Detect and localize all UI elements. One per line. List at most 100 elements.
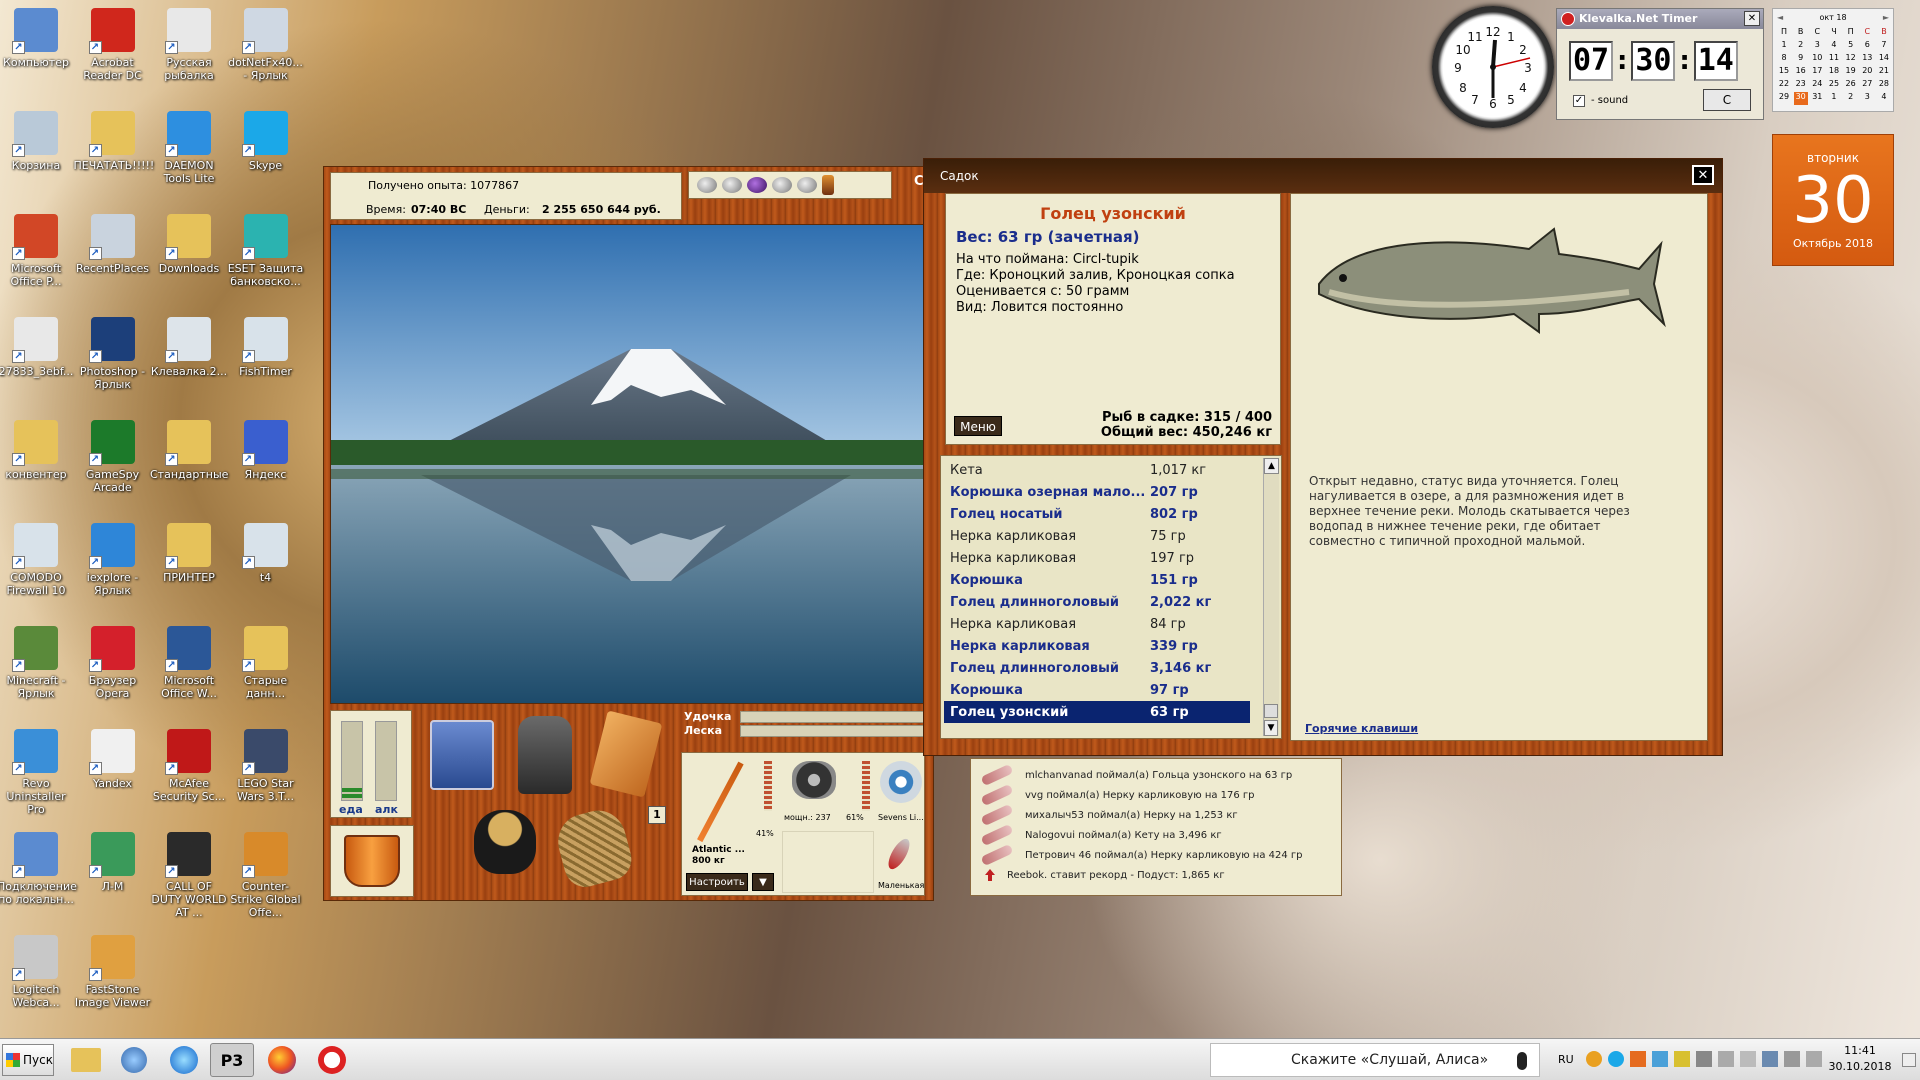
microphone-icon[interactable] bbox=[1517, 1052, 1527, 1070]
desktop-icon[interactable]: ↗ Яндекс bbox=[227, 420, 305, 481]
calendar-cell[interactable]: 16 bbox=[1794, 66, 1808, 79]
calendar-cell[interactable]: 19 bbox=[1844, 66, 1858, 79]
fish-list-row[interactable]: Голец длинноголовый 2,022 кг bbox=[944, 591, 1250, 613]
calendar-cell[interactable]: 31 bbox=[1810, 92, 1824, 105]
scroll-thumb[interactable] bbox=[1264, 704, 1278, 718]
close-button[interactable]: ✕ bbox=[1692, 165, 1714, 185]
media-taskbar-button[interactable] bbox=[112, 1043, 156, 1077]
empty-slot[interactable] bbox=[782, 831, 874, 893]
fish-list-row[interactable]: Кета 1,017 кг bbox=[944, 459, 1250, 481]
bucket-slot[interactable] bbox=[330, 825, 414, 897]
calendar-cell[interactable]: 6 bbox=[1860, 40, 1874, 53]
desktop-icon[interactable]: ↗ t4 bbox=[227, 523, 305, 584]
calendar-cell[interactable]: 3 bbox=[1860, 92, 1874, 105]
calendar-cell[interactable]: 21 bbox=[1877, 66, 1891, 79]
reel-slot[interactable]: мощн.: 237 61% bbox=[782, 757, 874, 827]
calendar-cell[interactable]: 5 bbox=[1844, 40, 1858, 53]
scroll-up-arrow-icon[interactable]: ▲ bbox=[1264, 458, 1279, 474]
desktop-icon[interactable]: ↗ LEGO Star Wars 3.T... bbox=[227, 729, 305, 803]
calendar-cell[interactable]: 1 bbox=[1777, 40, 1791, 53]
desktop-icon[interactable]: ↗ Revo Uninstaller Pro bbox=[0, 729, 75, 816]
calendar-cell[interactable]: 22 bbox=[1777, 79, 1791, 92]
calendar-cell[interactable]: 23 bbox=[1794, 79, 1808, 92]
setup-dropdown-button[interactable]: ▼ bbox=[752, 873, 774, 891]
fish-list-row[interactable]: Голец узонский 63 гр bbox=[944, 701, 1250, 723]
desktop-icon[interactable]: ↗ Старые данн... bbox=[227, 626, 305, 700]
calendar-cell[interactable]: 24 bbox=[1810, 79, 1824, 92]
desktop-icon[interactable]: ↗ Logitech Webca... bbox=[0, 935, 75, 1009]
desktop-icon[interactable]: ↗ Yandex bbox=[74, 729, 152, 790]
tray-icon[interactable] bbox=[1806, 1051, 1822, 1067]
lure-icon[interactable] bbox=[747, 177, 767, 193]
calendar-cell[interactable]: 1 bbox=[1827, 92, 1841, 105]
show-desktop-button[interactable] bbox=[1902, 1053, 1916, 1067]
fish-list-row[interactable]: Нерка карликовая 84 гр bbox=[944, 613, 1250, 635]
cauldron-icon[interactable] bbox=[474, 810, 536, 874]
desktop-icon[interactable]: ↗ DAEMON Tools Lite bbox=[150, 111, 228, 185]
desktop-icon[interactable]: ↗ McAfee Security Sc... bbox=[150, 729, 228, 803]
calendar-cell[interactable]: 4 bbox=[1877, 92, 1891, 105]
timer-close-button[interactable]: ✕ bbox=[1744, 11, 1760, 26]
volume-icon[interactable] bbox=[1696, 1051, 1712, 1067]
calendar-cell[interactable]: 20 bbox=[1860, 66, 1874, 79]
desktop-icon[interactable]: ↗ ESET Защита банковско... bbox=[227, 214, 305, 288]
calendar-cell[interactable]: 28 bbox=[1877, 79, 1891, 92]
desktop-icon[interactable]: ↗ Skype bbox=[227, 111, 305, 172]
sound-checkbox[interactable]: ✓ bbox=[1573, 95, 1585, 107]
calendar-cell[interactable]: 2 bbox=[1844, 92, 1858, 105]
calendar-cell[interactable]: 10 bbox=[1810, 53, 1824, 66]
menu-button[interactable]: Меню bbox=[954, 416, 1002, 436]
desktop-icon[interactable]: ↗ FastStone Image Viewer bbox=[74, 935, 152, 1009]
desktop-icon[interactable]: ↗ Microsoft Office P... bbox=[0, 214, 75, 288]
calendar-cell[interactable]: 3 bbox=[1810, 40, 1824, 53]
network-tray-icon[interactable] bbox=[1762, 1051, 1778, 1067]
calendar-cell[interactable]: 15 bbox=[1777, 66, 1791, 79]
desktop-icon[interactable]: ↗ Л-М bbox=[74, 832, 152, 893]
fish-list-row[interactable]: Голец длинноголовый 3,146 кг bbox=[944, 657, 1250, 679]
desktop-icon[interactable]: ↗ Стандартные bbox=[150, 420, 228, 481]
firefox-taskbar-button[interactable] bbox=[260, 1043, 304, 1077]
calendar-cell[interactable]: 30 bbox=[1793, 92, 1808, 105]
desktop-icon[interactable]: ↗ Корзина bbox=[0, 111, 75, 172]
backpack-icon[interactable] bbox=[518, 716, 572, 794]
desktop-icon[interactable]: ↗ Русская рыбалка bbox=[150, 8, 228, 82]
bait-jar-icon[interactable] bbox=[822, 175, 834, 195]
taskbar-clock[interactable]: 11:41 30.10.2018 bbox=[1824, 1043, 1896, 1075]
lure-icon[interactable] bbox=[797, 177, 817, 193]
desktop-icon[interactable]: ↗ Клевалка.2... bbox=[150, 317, 228, 378]
calendar-next-icon[interactable]: ► bbox=[1883, 13, 1889, 22]
language-indicator[interactable]: RU bbox=[1558, 1053, 1574, 1066]
desktop-icon[interactable]: ↗ Microsoft Office W... bbox=[150, 626, 228, 700]
calendar-cell[interactable]: 26 bbox=[1844, 79, 1858, 92]
desktop-icon[interactable]: ↗ ПРИНТЕР bbox=[150, 523, 228, 584]
rod-slot[interactable]: 41% Atlantic ... 800 кг bbox=[686, 757, 778, 867]
setup-button[interactable]: Настроить bbox=[686, 873, 748, 891]
tray-icon[interactable] bbox=[1630, 1051, 1646, 1067]
fish-list-row[interactable]: Нерка карликовая 75 гр bbox=[944, 525, 1250, 547]
ie-taskbar-button[interactable] bbox=[162, 1043, 206, 1077]
tray-icon[interactable] bbox=[1586, 1051, 1602, 1067]
calendar-cell[interactable]: 12 bbox=[1844, 53, 1858, 66]
sadok-titlebar[interactable]: Садок ✕ bbox=[924, 159, 1722, 193]
calendar-cell[interactable]: 7 bbox=[1877, 40, 1891, 53]
desktop-icon[interactable]: ↗ Photoshop - Ярлык bbox=[74, 317, 152, 391]
desktop-icon[interactable]: ↗ Браузер Opera bbox=[74, 626, 152, 700]
calendar-cell[interactable]: 8 bbox=[1777, 53, 1791, 66]
fish-list-row[interactable]: Корюшка 97 гр bbox=[944, 679, 1250, 701]
desktop-icon[interactable]: ↗ CALL OF DUTY WORLD AT ... bbox=[150, 832, 228, 919]
desktop-icon[interactable]: ↗ Acrobat Reader DC bbox=[74, 8, 152, 82]
timer-reset-button[interactable]: C bbox=[1703, 89, 1751, 111]
lure-icon[interactable] bbox=[772, 177, 792, 193]
timer-titlebar[interactable]: Klevalka.Net Timer ✕ bbox=[1557, 9, 1763, 29]
tackle-box-icon[interactable] bbox=[430, 720, 494, 790]
calendar-cell[interactable]: 4 bbox=[1827, 40, 1841, 53]
desktop-icon[interactable]: ↗ dotNetFx40... - Ярлык bbox=[227, 8, 305, 82]
desktop-icon[interactable]: ↗ Minecraft - Ярлык bbox=[0, 626, 75, 700]
calendar-cell[interactable]: 14 bbox=[1877, 53, 1891, 66]
calendar-cell[interactable]: 13 bbox=[1860, 53, 1874, 66]
desktop-icon[interactable]: ↗ конвентер bbox=[0, 420, 75, 481]
calendar-cell[interactable]: 11 bbox=[1827, 53, 1841, 66]
russian-fishing-taskbar-button[interactable]: P3 bbox=[210, 1043, 254, 1077]
fish-list-row[interactable]: Корюшка озерная мало... 207 гр bbox=[944, 481, 1250, 503]
desktop-icon[interactable]: ↗ Counter-Strike Global Offe... bbox=[227, 832, 305, 919]
